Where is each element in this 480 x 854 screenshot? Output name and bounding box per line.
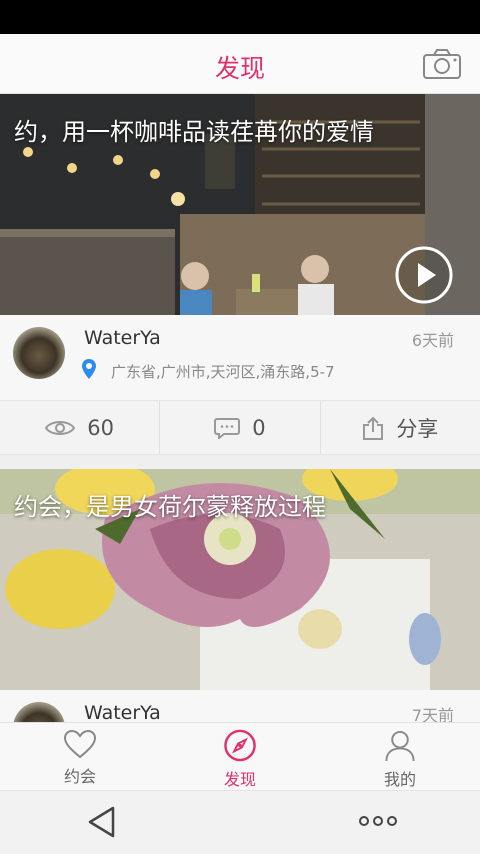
views-count: 60 bbox=[87, 415, 115, 440]
post-time: 7天前 bbox=[411, 706, 454, 722]
play-icon[interactable] bbox=[395, 246, 453, 304]
author-name[interactable]: WaterYa bbox=[84, 327, 161, 349]
tab-label: 我的 bbox=[383, 770, 416, 789]
post-location: 广东省,广州市,天河区,涌东路,5-7 bbox=[111, 363, 335, 381]
location-pin-icon bbox=[82, 359, 96, 379]
post-time: 6天前 bbox=[411, 331, 454, 350]
status-bar bbox=[0, 0, 480, 34]
post-stats-bar: 60 0 分享 bbox=[0, 401, 480, 455]
post-author-row[interactable]: WaterYa 6天前 广东省,广州市,天河区,涌东路,5-7 bbox=[0, 315, 480, 401]
comments-stat[interactable]: 0 bbox=[160, 401, 321, 454]
tab-label: 约会 bbox=[63, 767, 96, 786]
more-icon[interactable] bbox=[356, 811, 400, 831]
author-name[interactable]: WaterYa bbox=[84, 702, 161, 722]
discover-feed[interactable]: 约，用一杯咖啡品读荏苒你的爱情 WaterYa 6天前 广东省,广州市,天河区,… bbox=[0, 94, 480, 722]
post-card[interactable]: 约会，是男女荷尔蒙释放过程 WaterYa 7天前 bbox=[0, 469, 480, 722]
person-icon bbox=[385, 730, 415, 762]
tab-profile[interactable]: 我的 bbox=[320, 723, 480, 790]
share-label: 分享 bbox=[396, 416, 439, 441]
post-cover-image[interactable]: 约，用一杯咖啡品读荏苒你的爱情 bbox=[0, 94, 480, 315]
tab-discover[interactable]: 发现 bbox=[160, 723, 320, 790]
tab-label: 发现 bbox=[223, 770, 256, 789]
app-header: 发现 bbox=[0, 34, 480, 94]
comment-icon bbox=[214, 417, 241, 439]
avatar[interactable] bbox=[13, 702, 65, 722]
post-card[interactable]: 约，用一杯咖啡品读荏苒你的爱情 WaterYa 6天前 广东省,广州市,天河区,… bbox=[0, 94, 480, 455]
post-author-row[interactable]: WaterYa 7天前 bbox=[0, 690, 480, 722]
comments-count: 0 bbox=[252, 415, 266, 440]
system-nav-bar bbox=[0, 790, 480, 854]
tab-dating[interactable]: 约会 bbox=[0, 723, 160, 790]
eye-icon bbox=[45, 420, 76, 435]
compass-icon bbox=[224, 729, 256, 762]
page-title: 发现 bbox=[214, 54, 265, 83]
post-caption: 约会，是男女荷尔蒙释放过程 bbox=[14, 493, 326, 521]
avatar[interactable] bbox=[13, 327, 65, 379]
back-icon[interactable] bbox=[86, 805, 118, 839]
share-icon bbox=[363, 416, 384, 440]
views-stat[interactable]: 60 bbox=[0, 401, 161, 454]
post-caption: 约，用一杯咖啡品读荏苒你的爱情 bbox=[14, 118, 374, 146]
heart-icon bbox=[63, 729, 97, 759]
post-cover-image[interactable]: 约会，是男女荷尔蒙释放过程 bbox=[0, 469, 480, 690]
bottom-tab-bar: 约会 发现 我的 bbox=[0, 722, 480, 790]
share-button[interactable]: 分享 bbox=[321, 401, 480, 454]
camera-icon[interactable] bbox=[422, 48, 462, 80]
